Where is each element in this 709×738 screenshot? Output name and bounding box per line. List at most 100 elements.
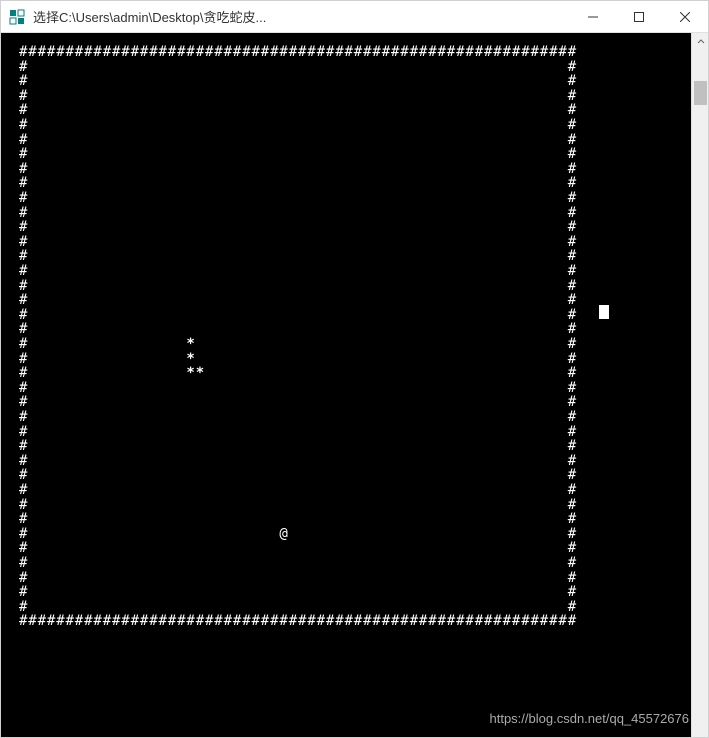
wall-char: #	[382, 614, 390, 628]
wall-char: #	[419, 614, 427, 628]
wall-char: #	[568, 381, 576, 395]
scroll-up-button[interactable]	[692, 33, 709, 50]
wall-char: #	[131, 614, 139, 628]
console-area[interactable]: ########################################…	[1, 33, 691, 737]
wall-char: #	[298, 614, 306, 628]
wall-char: #	[298, 45, 306, 59]
wall-char: #	[242, 45, 250, 59]
wall-char: #	[19, 89, 27, 103]
wall-char: #	[28, 45, 36, 59]
wall-char: #	[205, 45, 213, 59]
wall-char: #	[19, 585, 27, 599]
wall-char: #	[66, 45, 74, 59]
wall-char: #	[568, 395, 576, 409]
titlebar[interactable]: 选择C:\Users\admin\Desktop\贪吃蛇皮...	[1, 1, 708, 33]
wall-char: #	[279, 45, 287, 59]
wall-char: #	[66, 614, 74, 628]
wall-char: #	[19, 249, 27, 263]
wall-char: #	[568, 293, 576, 307]
wall-char: #	[568, 468, 576, 482]
wall-char: #	[326, 45, 334, 59]
wall-char: #	[549, 614, 557, 628]
snake-segment: *	[196, 366, 204, 380]
wall-char: #	[224, 45, 232, 59]
wall-char: #	[568, 571, 576, 585]
snake-segment: *	[186, 352, 194, 366]
wall-char: #	[307, 614, 315, 628]
wall-char: #	[19, 439, 27, 453]
wall-char: #	[159, 45, 167, 59]
wall-char: #	[419, 45, 427, 59]
wall-char: #	[568, 308, 576, 322]
wall-char: #	[568, 337, 576, 351]
wall-char: #	[47, 614, 55, 628]
wall-char: #	[549, 45, 557, 59]
wall-char: #	[84, 614, 92, 628]
wall-char: #	[568, 556, 576, 570]
wall-char: #	[363, 614, 371, 628]
wall-char: #	[512, 614, 520, 628]
wall-char: #	[521, 45, 529, 59]
wall-char: #	[252, 45, 260, 59]
wall-char: #	[19, 264, 27, 278]
wall-char: #	[19, 425, 27, 439]
wall-char: #	[335, 614, 343, 628]
wall-char: #	[19, 410, 27, 424]
wall-char: #	[112, 45, 120, 59]
wall-char: #	[19, 322, 27, 336]
wall-char: #	[568, 425, 576, 439]
app-icon	[9, 9, 25, 25]
wall-char: #	[568, 176, 576, 190]
wall-char: #	[233, 45, 241, 59]
wall-char: #	[19, 556, 27, 570]
wall-char: #	[354, 614, 362, 628]
wall-char: #	[131, 45, 139, 59]
maximize-button[interactable]	[616, 1, 662, 33]
wall-char: #	[112, 614, 120, 628]
wall-char: #	[568, 118, 576, 132]
wall-char: #	[372, 45, 380, 59]
wall-char: #	[196, 45, 204, 59]
wall-char: #	[121, 614, 129, 628]
snake-segment: *	[186, 366, 194, 380]
wall-char: #	[372, 614, 380, 628]
wall-char: #	[19, 60, 27, 74]
wall-char: #	[19, 293, 27, 307]
wall-char: #	[568, 410, 576, 424]
wall-char: #	[456, 45, 464, 59]
wall-char: #	[242, 614, 250, 628]
wall-char: #	[214, 45, 222, 59]
wall-char: #	[19, 206, 27, 220]
wall-char: #	[93, 614, 101, 628]
wall-char: #	[149, 45, 157, 59]
wall-char: #	[568, 60, 576, 74]
wall-char: #	[19, 600, 27, 614]
wall-char: #	[270, 45, 278, 59]
wall-char: #	[456, 614, 464, 628]
wall-char: #	[270, 614, 278, 628]
wall-char: #	[186, 45, 194, 59]
close-button[interactable]	[662, 1, 708, 33]
wall-char: #	[391, 45, 399, 59]
snake-segment: *	[186, 337, 194, 351]
wall-char: #	[484, 45, 492, 59]
wall-char: #	[568, 600, 576, 614]
scroll-thumb[interactable]	[694, 81, 707, 105]
wall-char: #	[447, 45, 455, 59]
wall-char: #	[428, 614, 436, 628]
wall-char: #	[428, 45, 436, 59]
food: @	[279, 527, 287, 541]
vertical-scrollbar[interactable]	[691, 33, 708, 737]
wall-char: #	[19, 308, 27, 322]
wall-char: #	[568, 512, 576, 526]
wall-char: #	[19, 483, 27, 497]
minimize-button[interactable]	[570, 1, 616, 33]
wall-char: #	[493, 614, 501, 628]
wall-char: #	[345, 614, 353, 628]
wall-char: #	[19, 512, 27, 526]
wall-char: #	[568, 541, 576, 555]
wall-char: #	[568, 235, 576, 249]
wall-char: #	[75, 45, 83, 59]
wall-char: #	[568, 89, 576, 103]
wall-char: #	[121, 45, 129, 59]
